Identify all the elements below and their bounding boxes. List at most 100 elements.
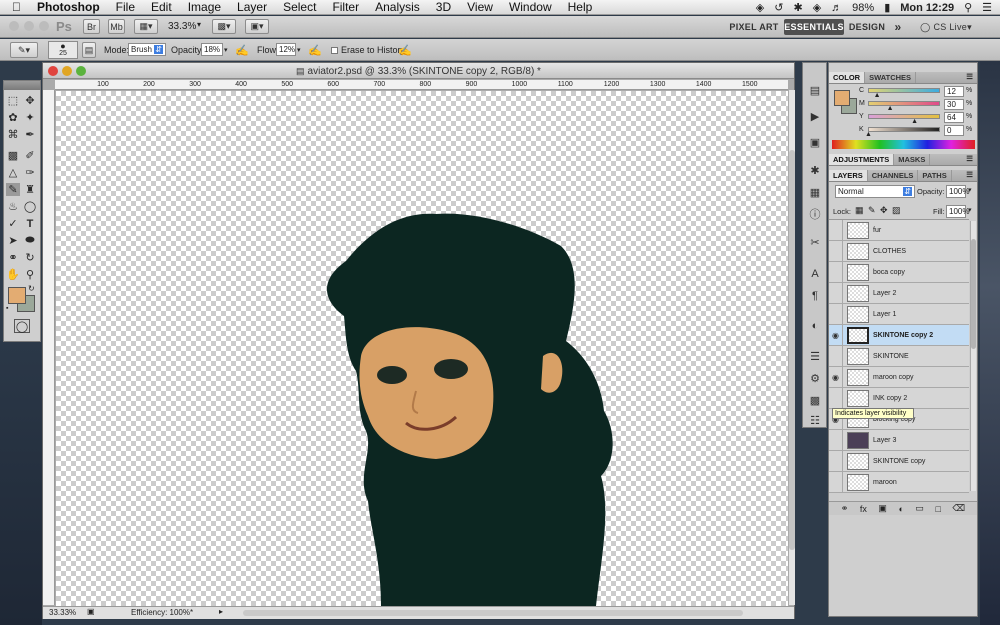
more-workspaces-button[interactable]: » [890,19,906,35]
erase-history-option[interactable]: Erase to History [331,42,405,58]
notification-center-icon[interactable]: ☰ [982,1,992,14]
tab-channels[interactable]: CHANNELS [868,170,919,181]
dodge-tool-icon[interactable]: ◯ [23,200,37,213]
zoom-tool-icon[interactable]: ⚲ [23,268,37,281]
clock[interactable]: Mon 12:29 [900,2,954,14]
menu-layer[interactable]: Layer [229,0,275,14]
vertical-scrollbar[interactable] [788,90,795,605]
tool-preset-picker[interactable]: ✎ ▾ [10,42,38,58]
visibility-toggle[interactable] [829,303,843,325]
crop-tool-icon[interactable]: ⌘ [6,128,20,141]
fill-dropdown-icon[interactable]: ▾ [968,206,972,214]
adjustment-layer-icon[interactable]: ◐ [898,504,903,514]
blur-tool-icon[interactable]: ♨ [6,200,20,213]
spotlight-icon[interactable]: ⚲ [964,1,972,14]
layer-row[interactable]: SKINTONE [829,345,969,367]
3d-panel-icon[interactable]: ◐ [807,319,823,333]
status-zoom[interactable]: 33.33% [49,608,76,617]
visibility-toggle[interactable] [829,282,843,304]
channel-slider-knob-icon[interactable]: ▲ [911,118,918,125]
menu-edit[interactable]: Edit [143,0,180,14]
paragraph-panel-icon[interactable]: ¶ [807,289,823,303]
add-mask-icon[interactable]: ▣ [878,503,887,514]
visibility-toggle[interactable] [829,471,843,493]
menu-window[interactable]: Window [501,0,560,14]
screen-mode-button[interactable]: ▣▾ [245,19,269,34]
color-foreground-swatch[interactable] [834,90,850,106]
layer-row[interactable]: Layer 3 [829,429,969,451]
layer-row[interactable]: fur [829,220,969,241]
horizontal-scrollbar[interactable] [243,610,743,616]
workspace-design[interactable]: DESIGN [848,19,886,35]
panel-menu-icon[interactable]: ☰ [966,170,977,181]
channel-value-field[interactable]: 12 [944,86,964,97]
fill-field[interactable]: 100% [946,205,969,218]
layer-row[interactable]: ◉ maroon copy [829,366,969,388]
foreground-color-swatch[interactable] [8,287,26,304]
quick-selection-tool-icon[interactable]: ✦ [23,111,37,124]
zoom-dropdown-icon[interactable]: ▾ [197,20,201,29]
horizontal-ruler[interactable]: 0 100 200 300 400 500 600 700 800 900 10… [55,80,788,90]
layer-row[interactable]: Layer 2 [829,282,969,304]
menu-file[interactable]: File [108,0,143,14]
battery-icon[interactable]: ▮ [884,1,890,14]
visibility-toggle[interactable] [829,450,843,472]
apple-menu-icon[interactable]:  [0,0,29,14]
layer-row[interactable]: maroon [829,471,969,493]
vertical-ruler[interactable] [43,90,55,605]
tablet-pressure-size-icon[interactable]: ✍ [398,42,412,58]
flow-field[interactable]: 12% [276,43,296,56]
channel-slider-knob-icon[interactable]: ▲ [874,92,881,99]
delete-layer-icon[interactable]: ⌫ [952,503,965,514]
color-spectrum-ramp[interactable] [832,140,975,149]
canvas[interactable] [56,91,788,606]
layer-row-selected[interactable]: ◉ SKINTONE copy 2 [829,324,969,346]
path-tools-icon[interactable]: ⚙ [807,371,823,385]
status-menu-arrow-icon[interactable]: ▸ [219,607,223,616]
close-window-icon[interactable] [48,66,58,76]
visibility-toggle[interactable] [829,429,843,451]
visibility-toggle[interactable] [829,345,843,367]
character-panel-icon[interactable]: A [807,267,823,281]
mini-bridge-button[interactable]: Mb [108,19,125,34]
lock-image-icon[interactable]: ✎ [868,205,876,216]
new-layer-icon[interactable]: □ [935,504,940,514]
wifi-icon[interactable]: ◈ [813,1,821,14]
healing-brush-tool-icon[interactable]: ▩ [6,149,20,162]
menu-help[interactable]: Help [560,0,601,14]
blend-mode-select[interactable]: Normal ⇵ [835,185,915,198]
layer-opacity-dropdown-icon[interactable]: ▾ [968,186,972,194]
channel-slider-knob-icon[interactable]: ▲ [865,131,872,138]
workspace-essentials[interactable]: ESSENTIALS [784,19,844,35]
visibility-toggle[interactable] [829,387,843,409]
visibility-toggle[interactable] [829,220,843,241]
layers-scrollbar[interactable] [970,221,976,491]
tab-color[interactable]: COLOR [829,72,866,83]
eraser-tool-icon[interactable]: ✎ [6,183,20,196]
visibility-toggle[interactable] [829,261,843,283]
zoom-level[interactable]: 33.3% [168,21,196,32]
tab-layers[interactable]: LAYERS [829,170,868,181]
panel-menu-icon[interactable]: ☰ [966,154,977,165]
window-zoom-inactive-icon[interactable] [39,21,49,31]
bluetooth-icon[interactable]: ✱ [793,1,802,14]
tablet-pressure-opacity-icon[interactable]: ✍ [235,42,249,58]
tab-masks[interactable]: MASKS [894,154,931,165]
layer-row[interactable]: Layer 1 [829,303,969,325]
workspace-pixel-art[interactable]: PIXEL ART [729,19,779,35]
swap-colors-icon[interactable]: ↻ [28,284,35,293]
link-layers-icon[interactable]: ⚭ [841,503,849,514]
app-menu[interactable]: Photoshop [29,0,108,14]
document-title-bar[interactable]: ▤ aviator2.psd @ 33.3% (SKINTONE copy 2, … [43,63,794,79]
zoom-window-icon[interactable] [76,66,86,76]
clone-source-icon[interactable]: ▦ [807,185,823,199]
channel-value-field[interactable]: 30 [944,99,964,110]
tab-paths[interactable]: PATHS [918,170,952,181]
3d-orbit-tool-icon[interactable]: ↻ [23,251,37,264]
dropbox-icon[interactable]: ◈ [756,1,764,14]
channel-slider-knob-icon[interactable]: ▲ [887,105,894,112]
visibility-toggle[interactable]: ◉ [829,366,843,388]
mode-select[interactable]: Brush ⇵ [128,43,166,56]
brush-presets-icon[interactable]: ✱ [807,163,823,177]
panel-menu-icon[interactable]: ☰ [966,72,977,83]
